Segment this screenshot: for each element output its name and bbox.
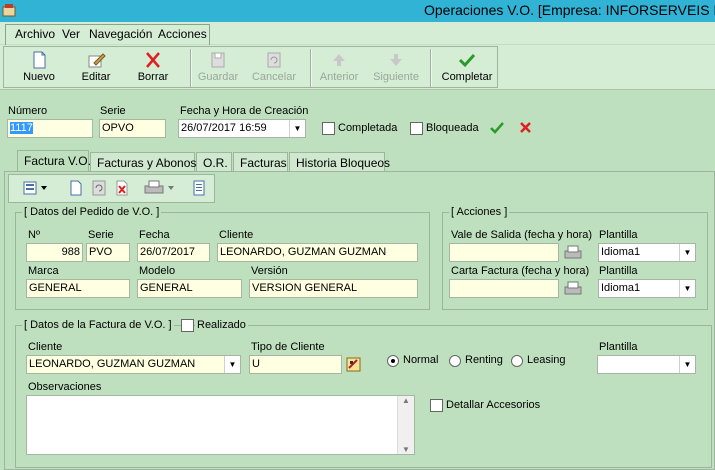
marca-label: Marca	[28, 265, 59, 277]
chevron-down-icon[interactable]: ▼	[679, 356, 695, 373]
normal-label: Normal	[403, 354, 439, 366]
modelo-field[interactable]: GENERAL	[137, 279, 242, 298]
print-icon[interactable]	[564, 281, 582, 296]
pedido-group-title: [ Datos del Pedido de V.O. ]	[22, 206, 162, 218]
carta-factura-field[interactable]	[449, 279, 559, 298]
tab-facturas[interactable]: Facturas	[233, 152, 288, 171]
window-title: Operaciones V.O. [Empresa: INFORSERVEIS …	[424, 2, 715, 18]
numero-field[interactable]: 1117	[7, 119, 93, 138]
vale-salida-label: Vale de Salida (fecha y hora)	[451, 229, 593, 241]
factura-cliente-label: Cliente	[28, 341, 63, 353]
chevron-down-icon[interactable]: ▼	[224, 356, 240, 373]
pedido-fecha-field[interactable]: 26/07/2017	[137, 243, 210, 262]
undo-icon[interactable]	[92, 180, 106, 196]
chevron-down-icon[interactable]: ▼	[289, 120, 305, 137]
detallar-accesorios-label: Detallar Accesorios	[446, 399, 541, 411]
observaciones-label: Observaciones	[28, 381, 102, 393]
toolbar-frame	[3, 46, 498, 88]
acciones-group-title: [ Acciones ]	[449, 206, 510, 218]
app-icon	[2, 4, 16, 17]
tab-historia-bloqueos[interactable]: Historia Bloqueos	[289, 152, 390, 171]
plantilla2-label: Plantilla	[599, 265, 638, 277]
plantilla1-select[interactable]: Idioma1 ▼	[598, 243, 696, 262]
tab-facturas-abonos[interactable]: Facturas y Abonos	[90, 152, 196, 171]
leasing-radio[interactable]	[511, 355, 523, 367]
pedido-serie-label: Serie	[88, 229, 114, 241]
tipo-cliente-label: Tipo de Cliente	[251, 341, 325, 353]
fecha-creacion-picker[interactable]: 26/07/2017 16:59 ▼	[178, 119, 306, 138]
numero-label: Número	[8, 105, 48, 117]
report-icon[interactable]	[192, 180, 206, 196]
renting-label: Renting	[465, 354, 503, 366]
renting-radio[interactable]	[449, 355, 461, 367]
plantilla1-label: Plantilla	[599, 229, 638, 241]
completada-checkbox[interactable]	[322, 122, 335, 135]
carta-factura-label: Carta Factura (fecha y hora)	[451, 265, 590, 277]
factura-plantilla-label: Plantilla	[599, 341, 638, 353]
tab-or[interactable]: O.R.	[196, 152, 232, 171]
marca-field[interactable]: GENERAL	[26, 279, 130, 298]
search-lookup-icon[interactable]	[346, 357, 361, 372]
normal-radio[interactable]	[387, 355, 399, 367]
pedido-n-label: Nº	[28, 229, 40, 241]
plantilla2-select[interactable]: Idioma1 ▼	[598, 279, 696, 298]
version-field[interactable]: VERSION GENERAL	[249, 279, 418, 298]
scroll-up-icon[interactable]: ▲	[398, 396, 414, 405]
detallar-accesorios-checkbox[interactable]	[430, 399, 443, 412]
pedido-fecha-label: Fecha	[139, 229, 170, 241]
chevron-down-icon[interactable]: ▼	[679, 280, 695, 297]
pedido-serie-field[interactable]: PVO	[86, 243, 130, 262]
scroll-down-icon[interactable]: ▼	[398, 445, 414, 454]
fecha-creacion-label: Fecha y Hora de Creación	[180, 105, 309, 117]
vale-salida-field[interactable]	[449, 243, 559, 262]
delete-document-icon[interactable]	[115, 180, 129, 196]
completada-label: Completada	[338, 122, 398, 134]
leasing-label: Leasing	[527, 354, 566, 366]
new-document-icon[interactable]	[69, 180, 83, 196]
tipo-cliente-field[interactable]: U	[249, 355, 342, 374]
observaciones-scrollbar[interactable]: ▲ ▼	[397, 396, 414, 454]
serie-field[interactable]: OPVO	[99, 119, 166, 138]
modelo-label: Modelo	[139, 265, 176, 277]
pedido-cliente-field[interactable]: LEONARDO, GUZMAN GUZMAN	[217, 243, 418, 262]
chevron-down-icon[interactable]: ▼	[679, 244, 695, 261]
inner-toolbar	[8, 174, 215, 203]
tab-factura-vo[interactable]: Factura V.O.	[17, 150, 91, 172]
bloqueada-checkbox[interactable]	[410, 122, 423, 135]
factura-plantilla-select[interactable]: ▼	[597, 355, 696, 374]
title-bar: Operaciones V.O. [Empresa: INFORSERVEIS …	[0, 0, 715, 22]
factura-group-title: [ Datos de la Factura de V.O. ]	[22, 319, 174, 331]
pedido-n-field[interactable]: 988	[26, 243, 83, 262]
observaciones-textarea[interactable]: ▲ ▼	[26, 395, 415, 455]
cancel-x-icon[interactable]	[519, 121, 532, 134]
pedido-cliente-label: Cliente	[219, 229, 254, 241]
realizado-checkbox[interactable]	[181, 319, 194, 332]
serie-label: Serie	[100, 105, 126, 117]
view-list-icon[interactable]	[23, 181, 49, 195]
confirm-check-icon[interactable]	[490, 121, 504, 134]
bloqueada-label: Bloqueada	[426, 122, 479, 134]
print-icon[interactable]	[564, 245, 582, 260]
factura-cliente-select[interactable]: LEONARDO, GUZMAN GUZMAN ▼	[26, 355, 241, 374]
print-icon[interactable]	[144, 180, 176, 196]
version-label: Versión	[251, 265, 288, 277]
menu-frame	[5, 24, 210, 46]
realizado-label: Realizado	[195, 319, 248, 331]
